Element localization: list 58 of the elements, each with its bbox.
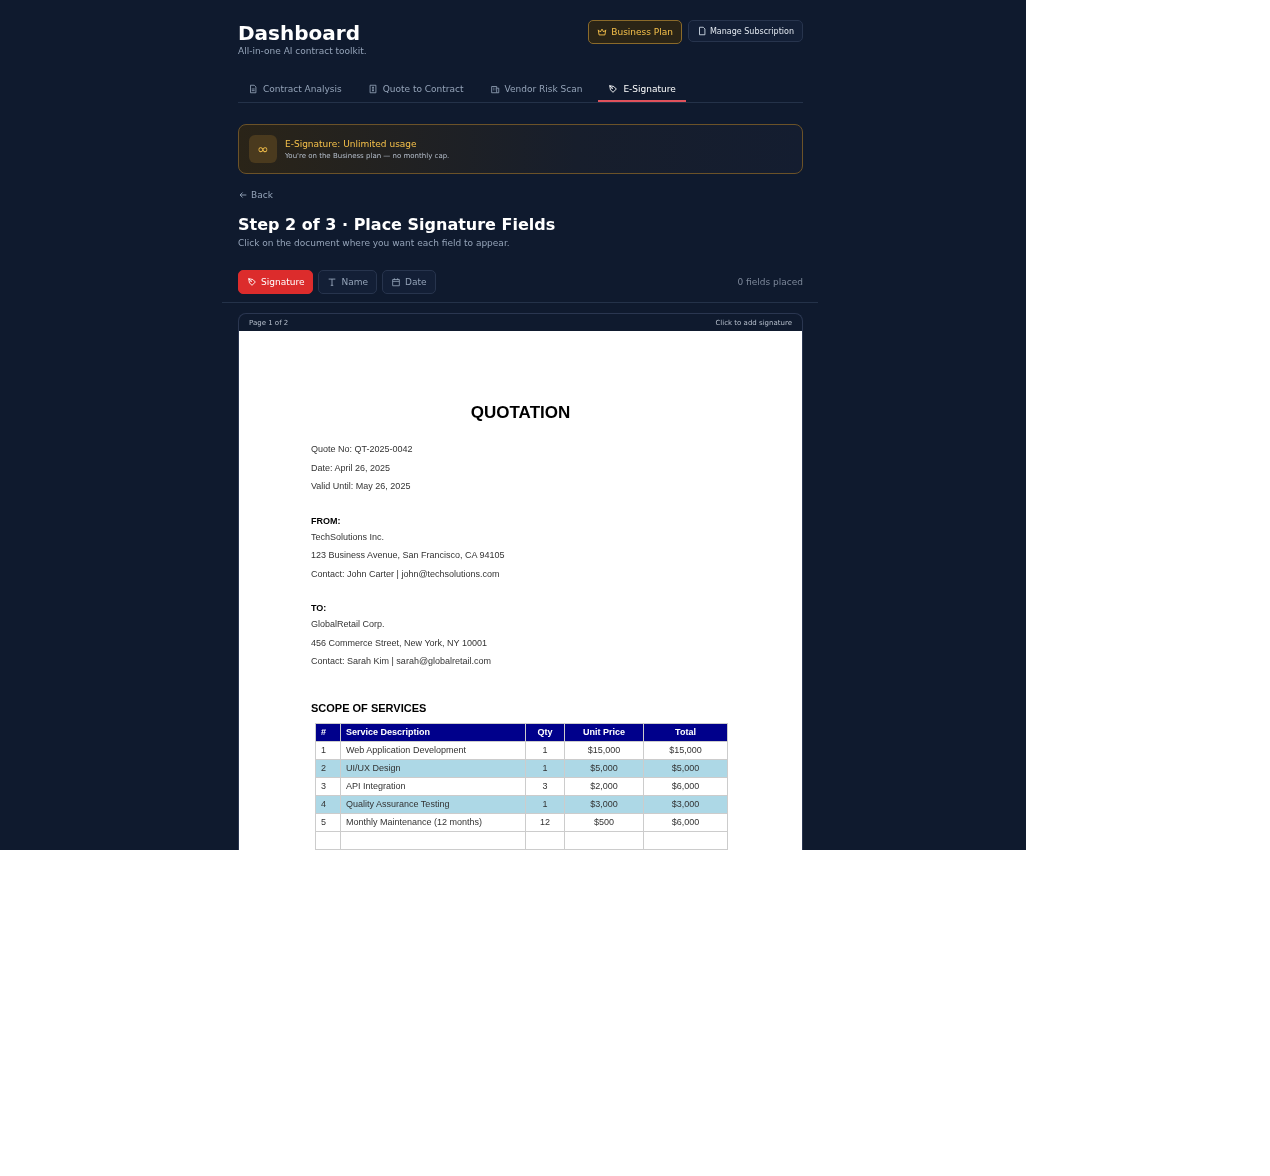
document-text: Quote No: QT-2025-0042 <box>311 443 414 456</box>
table-cell: $500 <box>564 813 644 831</box>
crown-icon <box>597 27 608 37</box>
column-header: Qty <box>525 723 565 741</box>
back-arrow-icon <box>238 190 248 200</box>
table-cell: Web Application Development <box>340 741 526 759</box>
tab[interactable]: Quote to Contract <box>357 78 474 102</box>
manage-subscription-button[interactable]: Manage Subscription <box>687 20 803 42</box>
step-title: Step 2 of 3 · Place Signature Fields <box>238 215 557 234</box>
section-heading: TO: <box>311 602 328 615</box>
section-heading: SCOPE OF SERVICES <box>311 700 428 715</box>
plan-badge: Business Plan <box>588 20 682 44</box>
table-cell: 1 <box>315 741 341 759</box>
document-text: Valid Until: May 26, 2025 <box>311 480 412 493</box>
document-text: Contact: John Carter | john@techsolutions.com <box>311 567 501 581</box>
back-link[interactable]: Back <box>238 190 273 200</box>
table-cell: 3 <box>315 777 341 795</box>
calendar-icon <box>391 277 401 287</box>
document-icon <box>248 84 258 94</box>
table-cell: 5 <box>315 813 341 831</box>
field-tool-button[interactable]: Signature <box>238 270 314 294</box>
document-text: 456 Commerce Street, New York, NY 10001 <box>311 636 488 650</box>
building-icon <box>489 84 500 94</box>
document-text: Contact: Sarah Kim | sarah@globalretail.com <box>311 655 493 668</box>
banner-title: E-Signature: Unlimited usage <box>285 138 418 149</box>
infinity-badge: ∞ <box>249 135 277 163</box>
document-text: Date: April 26, 2025 <box>311 461 392 475</box>
document-text: TechSolutions Inc. <box>311 530 386 544</box>
page-title: Dashboard <box>238 20 361 46</box>
table-cell: $15,000 <box>564 741 644 759</box>
page-subtitle: All-in-one AI contract toolkit. <box>238 46 367 56</box>
document-text: 123 Business Avenue, San Francisco, CA 94105 <box>311 549 506 562</box>
tab[interactable]: E-Signature <box>598 78 686 102</box>
table-cell: $15,000 <box>643 741 728 759</box>
table-cell: API Integration <box>340 777 526 795</box>
document-title: QUOTATION <box>469 403 572 423</box>
fields-placed-count: 0 fields placed <box>737 277 803 287</box>
table-cell: $2,000 <box>564 777 644 795</box>
document-text: GlobalRetail Corp. <box>311 618 386 631</box>
tab[interactable]: Contract Analysis <box>238 78 352 102</box>
step-subtitle: Click on the document where you want each field to appear. <box>238 238 511 248</box>
column-header: # <box>315 723 341 741</box>
document-icon <box>696 26 707 36</box>
table-cell: $6,000 <box>643 813 728 831</box>
table-cell: 1 <box>525 741 565 759</box>
table-cell: 3 <box>525 777 565 795</box>
table-cell: Monthly Maintenance (12 months) <box>340 813 526 831</box>
field-tool-button[interactable]: Name <box>318 270 377 294</box>
table-cell: 12 <box>525 813 565 831</box>
column-header: Service Description <box>340 723 526 741</box>
column-header: Unit Price <box>564 723 644 741</box>
tab[interactable]: Vendor Risk Scan <box>479 78 593 102</box>
section-heading: FROM: <box>311 514 342 528</box>
table-cell: $6,000 <box>643 777 728 795</box>
text-icon <box>327 277 338 287</box>
field-tool-button[interactable]: Date <box>382 270 436 294</box>
receipt-icon <box>367 84 378 94</box>
column-header: Total <box>643 723 728 741</box>
